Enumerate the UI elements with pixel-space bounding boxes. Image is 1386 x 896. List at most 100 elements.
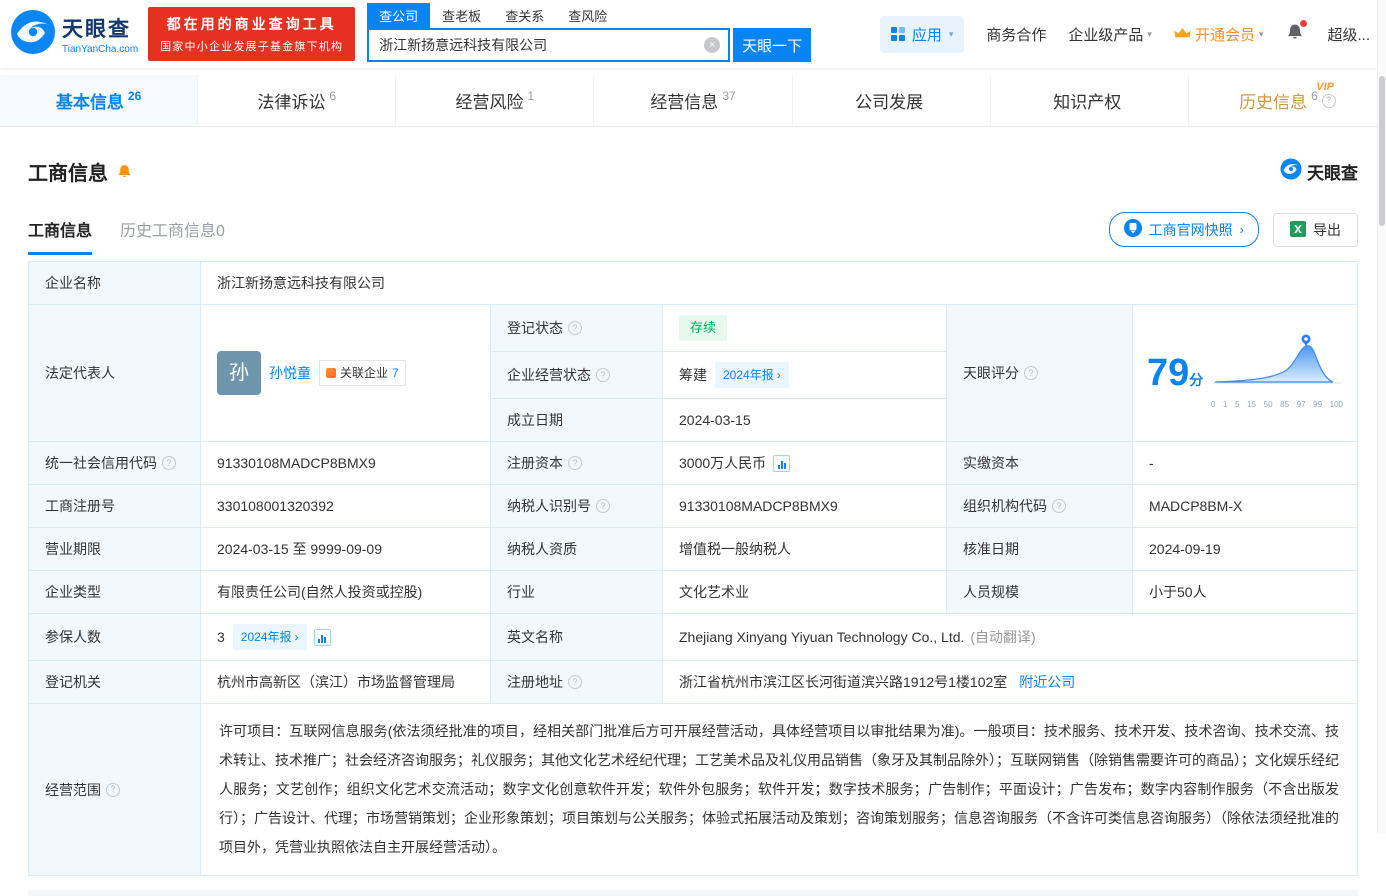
taxpayer-id-value: 91330108MADCP8BMX9 bbox=[663, 485, 947, 528]
export-label: 导出 bbox=[1313, 220, 1341, 240]
nav-enterprise-products[interactable]: 企业级产品 ▾ bbox=[1068, 24, 1152, 45]
promo-line2: 国家中小企业发展子基金旗下机构 bbox=[160, 38, 343, 54]
tab-company-development[interactable]: 公司发展 bbox=[793, 75, 991, 126]
field-label: 登记机关 bbox=[29, 661, 201, 704]
nav-super[interactable]: 超级... bbox=[1327, 24, 1370, 45]
main-tab-bar: 基本信息 26 法律诉讼 6 经营风险 1 经营信息 37 公司发展 知识产权 … bbox=[0, 75, 1386, 127]
tianyancha-logo[interactable]: 天眼查 TianYanCha.com bbox=[10, 9, 138, 60]
score-distribution-chart: 0151550859799100 bbox=[1211, 331, 1343, 416]
info-icon[interactable]: ? bbox=[568, 321, 582, 335]
field-label: 纳税人识别号? bbox=[491, 485, 663, 528]
clear-icon[interactable]: × bbox=[704, 37, 720, 53]
search-tab-risk[interactable]: 查风险 bbox=[556, 3, 619, 28]
field-label: 注册资本? bbox=[491, 442, 663, 485]
business-scope-value: 许可项目：互联网信息服务(依法须经批准的项目，经相关部门批准后方可开展经营活动，… bbox=[201, 704, 1357, 875]
chevron-right-icon: › bbox=[1240, 222, 1244, 237]
subtab-row: 工商信息 历史工商信息0 工商官网快照 › 导出 bbox=[28, 212, 1358, 255]
top-bar: 天眼查 TianYanCha.com 都在用的商业查询工具 国家中小企业发展子基… bbox=[0, 0, 1386, 68]
score-axis-ticks: 0151550859799100 bbox=[1211, 394, 1343, 416]
tab-operation-risk[interactable]: 经营风险 1 bbox=[396, 75, 594, 126]
taxpayer-quality-value: 增值税一般纳税人 bbox=[663, 528, 947, 571]
info-icon[interactable]: ? bbox=[596, 368, 610, 382]
business-term-value: 2024-03-15 至 9999-09-09 bbox=[201, 528, 491, 571]
field-label: 营业期限 bbox=[29, 528, 201, 571]
english-name-value: Zhejiang Xinyang Yiyuan Technology Co., … bbox=[663, 614, 1357, 661]
promo-banner: 都在用的商业查询工具 国家中小企业发展子基金旗下机构 bbox=[148, 7, 355, 61]
auto-translate-note: (自动翻译) bbox=[970, 626, 1035, 648]
info-icon[interactable]: ? bbox=[1024, 366, 1038, 380]
biz-status-value: 筹建 2024年报› bbox=[663, 352, 947, 399]
tab-count: 6 bbox=[329, 89, 336, 103]
field-label: 天眼评分? bbox=[947, 305, 1133, 442]
tab-legal-litigation[interactable]: 法律诉讼 6 bbox=[198, 75, 396, 126]
info-icon[interactable]: ? bbox=[568, 675, 582, 689]
subtab-business-info[interactable]: 工商信息 bbox=[28, 217, 92, 255]
watermark-label: 天眼查 bbox=[1307, 159, 1358, 184]
avatar[interactable]: 孙 bbox=[217, 351, 261, 395]
tab-history-info[interactable]: VIP 历史信息 6 ? bbox=[1189, 75, 1386, 126]
related-companies-badge[interactable]: 关联企业 7 bbox=[319, 360, 406, 386]
nearby-companies-link[interactable]: 附近公司 bbox=[1019, 671, 1075, 693]
search-tab-boss[interactable]: 查老板 bbox=[430, 3, 493, 28]
bell-icon bbox=[1285, 29, 1305, 46]
monitor-bell-icon[interactable] bbox=[116, 163, 133, 180]
legal-rep-value: 孙 孙悦童 关联企业 7 bbox=[201, 305, 491, 442]
annual-report-link[interactable]: 2024年报› bbox=[233, 624, 307, 650]
info-icon[interactable]: ? bbox=[568, 456, 582, 470]
establish-date-value: 2024-03-15 bbox=[663, 399, 947, 442]
info-icon[interactable]: ? bbox=[1052, 499, 1066, 513]
search-button[interactable]: 天眼一下 bbox=[733, 28, 811, 62]
official-snapshot-button[interactable]: 工商官网快照 › bbox=[1109, 212, 1259, 247]
reg-authority-value: 杭州市高新区（滨江）市场监督管理局 bbox=[201, 661, 491, 704]
business-info-table: 企业名称 浙江新扬意远科技有限公司 法定代表人 孙 孙悦童 关联企业 7 登记状… bbox=[28, 261, 1358, 876]
info-icon[interactable]: ? bbox=[1322, 94, 1336, 108]
paid-capital-value: - bbox=[1133, 442, 1357, 485]
approval-date-value: 2024-09-19 bbox=[1133, 528, 1357, 571]
credit-code-value: 91330108MADCP8BMX9 bbox=[201, 442, 491, 485]
field-label: 英文名称 bbox=[491, 614, 663, 661]
apps-button[interactable]: 应用 ▾ bbox=[880, 16, 965, 53]
tab-operation-info[interactable]: 经营信息 37 bbox=[594, 75, 792, 126]
subtab-history-business-info[interactable]: 历史工商信息0 bbox=[120, 217, 225, 255]
capital-chart-icon[interactable] bbox=[773, 455, 790, 472]
scrollbar-thumb[interactable] bbox=[1379, 76, 1385, 226]
org-code-value: MADCP8BM-X bbox=[1133, 485, 1357, 528]
annual-report-link[interactable]: 2024年报› bbox=[715, 362, 789, 388]
nav-open-membership[interactable]: 开通会员 ▾ bbox=[1174, 24, 1264, 45]
insured-trend-icon[interactable] bbox=[314, 629, 331, 646]
info-icon[interactable]: ? bbox=[106, 783, 120, 797]
info-icon[interactable]: ? bbox=[162, 456, 176, 470]
legal-rep-link[interactable]: 孙悦童 bbox=[269, 362, 311, 384]
field-label: 工商注册号 bbox=[29, 485, 201, 528]
notifications-bell[interactable] bbox=[1285, 22, 1305, 47]
nav-super-label: 超级... bbox=[1327, 24, 1370, 45]
main-content: 工商信息 天眼查 工商信息 历史工商信息0 工商官网快照 › 导出 bbox=[0, 157, 1386, 896]
field-label: 参保人数 bbox=[29, 614, 201, 661]
search-tab-relation[interactable]: 查关系 bbox=[493, 3, 556, 28]
company-name-value: 浙江新扬意远科技有限公司 bbox=[201, 262, 1357, 305]
search-tab-company[interactable]: 查公司 bbox=[367, 3, 430, 28]
crown-icon bbox=[1174, 26, 1191, 43]
tianyancha-watermark-icon bbox=[1280, 158, 1302, 185]
scrollbar-track bbox=[1377, 0, 1386, 834]
chevron-right-icon: › bbox=[777, 364, 781, 386]
info-icon[interactable]: ? bbox=[596, 499, 610, 513]
insured-count-value: 3 2024年报› bbox=[201, 614, 491, 661]
tianyancha-watermark: 天眼查 bbox=[1280, 158, 1358, 185]
field-label: 企业类型 bbox=[29, 571, 201, 614]
annual-report-label: 2024年报 bbox=[723, 364, 774, 386]
subtab-count: 0 bbox=[216, 223, 225, 240]
tab-label: 基本信息 bbox=[56, 88, 124, 113]
nav-cooperation-label: 商务合作 bbox=[986, 24, 1046, 45]
section-title: 工商信息 bbox=[28, 157, 108, 186]
nav-business-cooperation[interactable]: 商务合作 bbox=[986, 24, 1046, 45]
tab-basic-info[interactable]: 基本信息 26 bbox=[0, 75, 198, 126]
field-label: 统一社会信用代码? bbox=[29, 442, 201, 485]
search-input[interactable] bbox=[369, 37, 704, 53]
related-count: 7 bbox=[392, 362, 399, 384]
export-button[interactable]: 导出 bbox=[1273, 213, 1358, 247]
field-label: 实缴资本 bbox=[947, 442, 1133, 485]
tab-count: 1 bbox=[528, 89, 535, 103]
status-badge: 存续 bbox=[679, 315, 727, 341]
tab-intellectual-property[interactable]: 知识产权 bbox=[991, 75, 1189, 126]
